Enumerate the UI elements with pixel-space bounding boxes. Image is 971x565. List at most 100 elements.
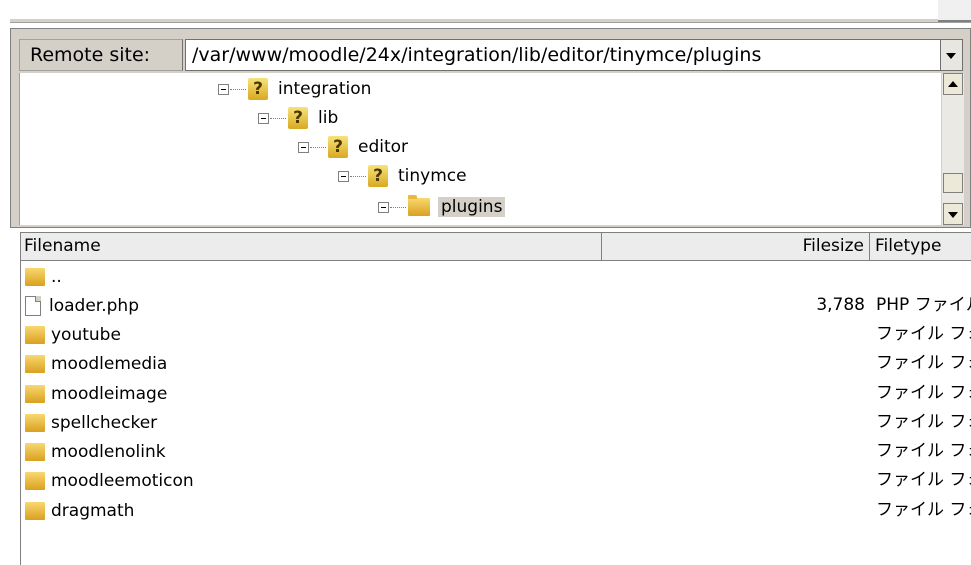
tree-line [350,176,366,177]
file-row-parent[interactable]: .. [21,262,971,291]
file-name: moodlenolink [51,441,166,462]
tree-node-plugins[interactable]: plugins [378,193,506,221]
top-strip [0,0,971,30]
column-header-filename[interactable]: Filename [21,233,602,261]
question-folder-icon: ? [248,78,268,100]
file-row-loader-php[interactable]: loader.php 3,788 PHP ファイル [21,291,971,320]
collapse-icon[interactable] [378,202,389,213]
file-size [602,262,865,291]
file-size: 3,788 [816,295,865,315]
file-name: spellchecker [51,412,158,433]
directory-tree[interactable]: ? integration ? lib ? editor ? tinymce p… [19,73,964,225]
tree-connector [258,104,288,132]
collapse-icon[interactable] [218,84,229,95]
file-row-youtube[interactable]: youtube ファイル フォルダ [21,320,971,349]
file-type: ファイル フォルダ [876,441,971,461]
file-row-moodlenolink[interactable]: moodlenolink ファイル フォルダ [21,437,971,466]
file-name-cell: moodlemedia [25,349,167,378]
column-header-filesize[interactable]: Filesize [602,233,870,261]
file-size [602,320,865,349]
file-size [602,437,865,466]
file-name: youtube [51,324,121,345]
tree-node-lib[interactable]: ? lib [258,104,338,132]
file-name-cell: youtube [25,320,121,349]
file-name-cell: moodleimage [25,379,167,408]
file-name: moodlemedia [51,353,168,374]
splitter[interactable] [10,19,971,23]
question-folder-icon: ? [288,107,308,129]
file-size [602,496,865,525]
tree-line [390,207,406,208]
folder-icon [25,325,45,344]
folder-icon [25,471,45,490]
remote-path-input[interactable]: /var/www/moodle/24x/integration/lib/edit… [185,39,941,71]
remote-site-label: Remote site: [19,39,183,71]
folder-icon [25,384,45,403]
file-row-spellchecker[interactable]: spellchecker ファイル フォルダ [21,408,971,437]
tree-scrollbar[interactable] [941,73,964,225]
scroll-down-button[interactable] [943,203,963,225]
file-row-dragmath[interactable]: dragmath ファイル フォルダ [21,496,971,525]
file-type: ファイル フォルダ [876,412,971,432]
file-type: ファイル フォルダ [876,324,971,344]
file-name-cell: dragmath [25,496,134,525]
file-type [876,262,971,291]
collapse-icon[interactable] [338,171,349,182]
file-row-moodlemedia[interactable]: moodlemedia ファイル フォルダ [21,349,971,378]
tree-node-label: lib [318,108,339,128]
question-folder-icon: ? [368,165,388,187]
tree-node-integration[interactable]: ? integration [218,75,371,103]
file-name: moodleimage [51,383,168,404]
scrollbar-stub[interactable] [938,0,971,22]
tree-line [270,118,286,119]
file-row-moodleemoticon[interactable]: moodleemoticon ファイル フォルダ [21,466,971,495]
remote-site-bar: Remote site: /var/www/moodle/24x/integra… [19,39,963,71]
tree-node-label: editor [358,137,409,157]
tree-node-label: tinymce [398,166,467,186]
tree-connector [218,75,248,103]
file-name: .. [51,266,62,287]
file-name-cell: moodleemoticon [25,466,194,495]
file-size [602,379,865,408]
folder-icon [25,413,45,432]
collapse-icon[interactable] [298,142,309,153]
collapse-icon[interactable] [258,113,269,124]
file-name: dragmath [51,500,135,521]
chevron-down-icon [946,53,956,59]
tree-connector [298,133,328,161]
file-type: ファイル フォルダ [876,500,971,520]
file-name-cell: loader.php [25,291,139,320]
tree-line [230,89,246,90]
file-size [602,349,865,378]
file-type: ファイル フォルダ [876,470,971,490]
chevron-down-icon [948,212,958,218]
file-name: loader.php [49,295,139,316]
file-list: Filename Filesize Filetype .. loader.php… [20,232,971,565]
file-size [602,408,865,437]
document-icon [25,295,41,316]
file-name: moodleemoticon [51,470,194,491]
column-header-filetype[interactable]: Filetype [870,233,971,261]
remote-path-dropdown-button[interactable] [941,39,963,71]
folder-icon [25,354,45,373]
file-row-moodleimage[interactable]: moodleimage ファイル フォルダ [21,379,971,408]
question-folder-icon: ? [328,136,348,158]
file-size [602,466,865,495]
folder-icon [25,267,45,286]
file-type: ファイル フォルダ [876,353,971,373]
chevron-up-icon [948,81,958,87]
scroll-up-button[interactable] [943,73,963,95]
folder-icon [25,501,45,520]
remote-site-panel: Remote site: /var/www/moodle/24x/integra… [10,28,971,228]
scroll-thumb[interactable] [943,173,963,193]
file-type: ファイル フォルダ [876,383,971,403]
tree-connector [338,162,368,190]
file-type: PHP ファイル [876,295,971,315]
tree-node-label: integration [278,79,372,99]
tree-node-editor[interactable]: ? editor [298,133,408,161]
file-list-header: Filename Filesize Filetype [21,232,971,261]
file-name-cell: spellchecker [25,408,157,437]
file-name-cell: moodlenolink [25,437,166,466]
tree-node-tinymce[interactable]: ? tinymce [338,162,467,190]
file-name-cell: .. [25,262,62,291]
